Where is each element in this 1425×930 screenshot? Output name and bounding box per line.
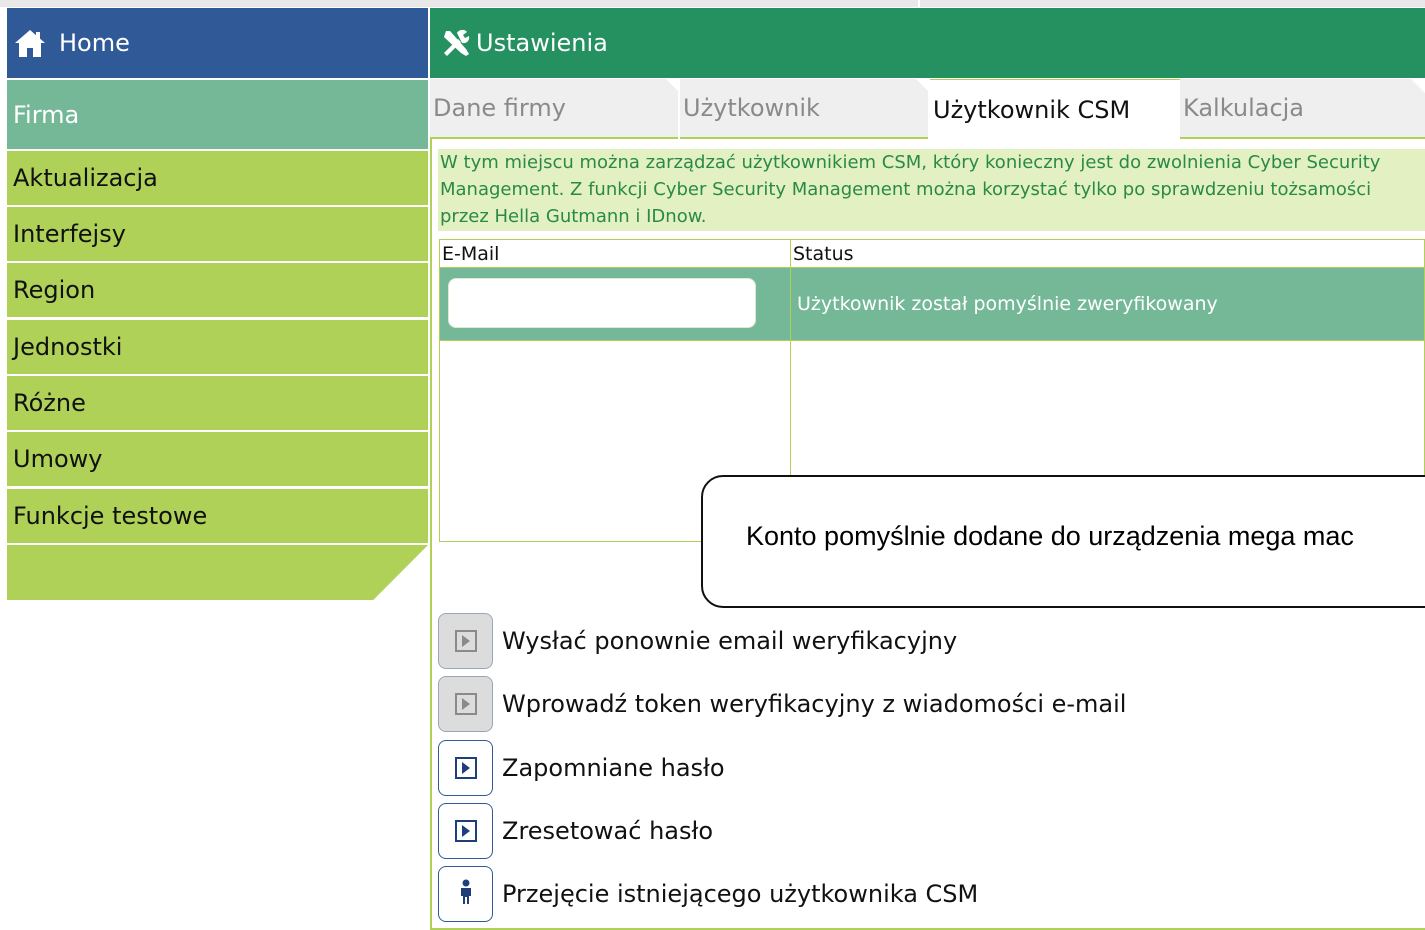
take-over-user-button[interactable] bbox=[438, 866, 493, 922]
action-label: Zapomniane hasło bbox=[502, 754, 725, 782]
play-icon bbox=[454, 693, 477, 715]
forgot-password-button[interactable] bbox=[438, 740, 493, 796]
tab-label: Użytkownik CSM bbox=[933, 95, 1131, 124]
play-icon bbox=[454, 820, 477, 842]
home-button[interactable]: Home bbox=[7, 8, 428, 78]
toast-message: Konto pomyślnie dodane do urządzenia meg… bbox=[746, 521, 1354, 551]
email-field[interactable] bbox=[448, 278, 756, 328]
action-label: Wysłać ponownie email weryfikacyjny bbox=[502, 627, 958, 655]
action-forgot-password[interactable]: Zapomniane hasło bbox=[438, 740, 725, 796]
sidebar-item-rozne[interactable]: Różne bbox=[7, 376, 428, 431]
sidebar-item-interfejsy[interactable]: Interfejsy bbox=[7, 207, 428, 262]
home-icon bbox=[13, 26, 47, 60]
column-header-email: E-Mail bbox=[442, 242, 500, 265]
page-title: Ustawienia bbox=[476, 29, 608, 57]
content-left-border bbox=[430, 139, 432, 930]
action-label: Wprowadź token weryfikacyjny z wiadomośc… bbox=[502, 690, 1127, 718]
settings-header: Ustawienia bbox=[430, 8, 1425, 78]
action-reset-password[interactable]: Zresetować hasło bbox=[438, 803, 713, 859]
sidebar-item-firma[interactable]: Firma bbox=[7, 80, 428, 150]
tab-uzytkownik-csm[interactable]: Użytkownik CSM bbox=[930, 79, 1180, 139]
tab-uzytkownik[interactable]: Użytkownik bbox=[680, 79, 930, 139]
tab-label: Kalkulacja bbox=[1183, 94, 1305, 122]
sidebar-item-funkcje-testowe[interactable]: Funkcje testowe bbox=[7, 489, 428, 544]
tab-label: Dane firmy bbox=[433, 94, 566, 122]
action-label: Przejęcie istniejącego użytkownika CSM bbox=[502, 880, 979, 908]
column-header-status: Status bbox=[793, 242, 854, 265]
resend-verification-button[interactable] bbox=[438, 613, 493, 669]
tab-dane-firmy[interactable]: Dane firmy bbox=[430, 79, 680, 139]
table-row[interactable]: Użytkownik został pomyślnie zweryfikowan… bbox=[440, 268, 1424, 340]
sidebar-item-umowy[interactable]: Umowy bbox=[7, 432, 428, 487]
action-label: Zresetować hasło bbox=[502, 817, 713, 845]
play-icon bbox=[454, 757, 477, 779]
action-take-over-csm-user[interactable]: Przejęcie istniejącego użytkownika CSM bbox=[438, 866, 978, 922]
sidebar-item-region[interactable]: Region bbox=[7, 263, 428, 318]
toast-notification: Konto pomyślnie dodane do urządzenia meg… bbox=[701, 475, 1425, 608]
tools-icon bbox=[440, 27, 472, 59]
tab-label: Użytkownik bbox=[683, 94, 820, 122]
sidebar-item-jednostki[interactable]: Jednostki bbox=[7, 320, 428, 375]
info-text: W tym miejscu można zarządzać użytkownik… bbox=[438, 149, 1425, 231]
tab-bar: Dane firmy Użytkownik Użytkownik CSM Kal… bbox=[430, 79, 1425, 139]
reset-password-button[interactable] bbox=[438, 803, 493, 859]
status-text: Użytkownik został pomyślnie zweryfikowan… bbox=[797, 293, 1218, 315]
sidebar-item-aktualizacja[interactable]: Aktualizacja bbox=[7, 151, 428, 206]
person-icon bbox=[459, 879, 473, 909]
action-enter-token[interactable]: Wprowadź token weryfikacyjny z wiadomośc… bbox=[438, 676, 1126, 732]
top-strip bbox=[0, 0, 1425, 7]
home-label: Home bbox=[59, 29, 130, 57]
tab-kalkulacja[interactable]: Kalkulacja bbox=[1180, 79, 1425, 139]
enter-token-button[interactable] bbox=[438, 676, 493, 732]
sidebar-footer bbox=[7, 545, 428, 600]
play-icon bbox=[454, 630, 477, 652]
action-resend-verification[interactable]: Wysłać ponownie email weryfikacyjny bbox=[438, 613, 957, 669]
